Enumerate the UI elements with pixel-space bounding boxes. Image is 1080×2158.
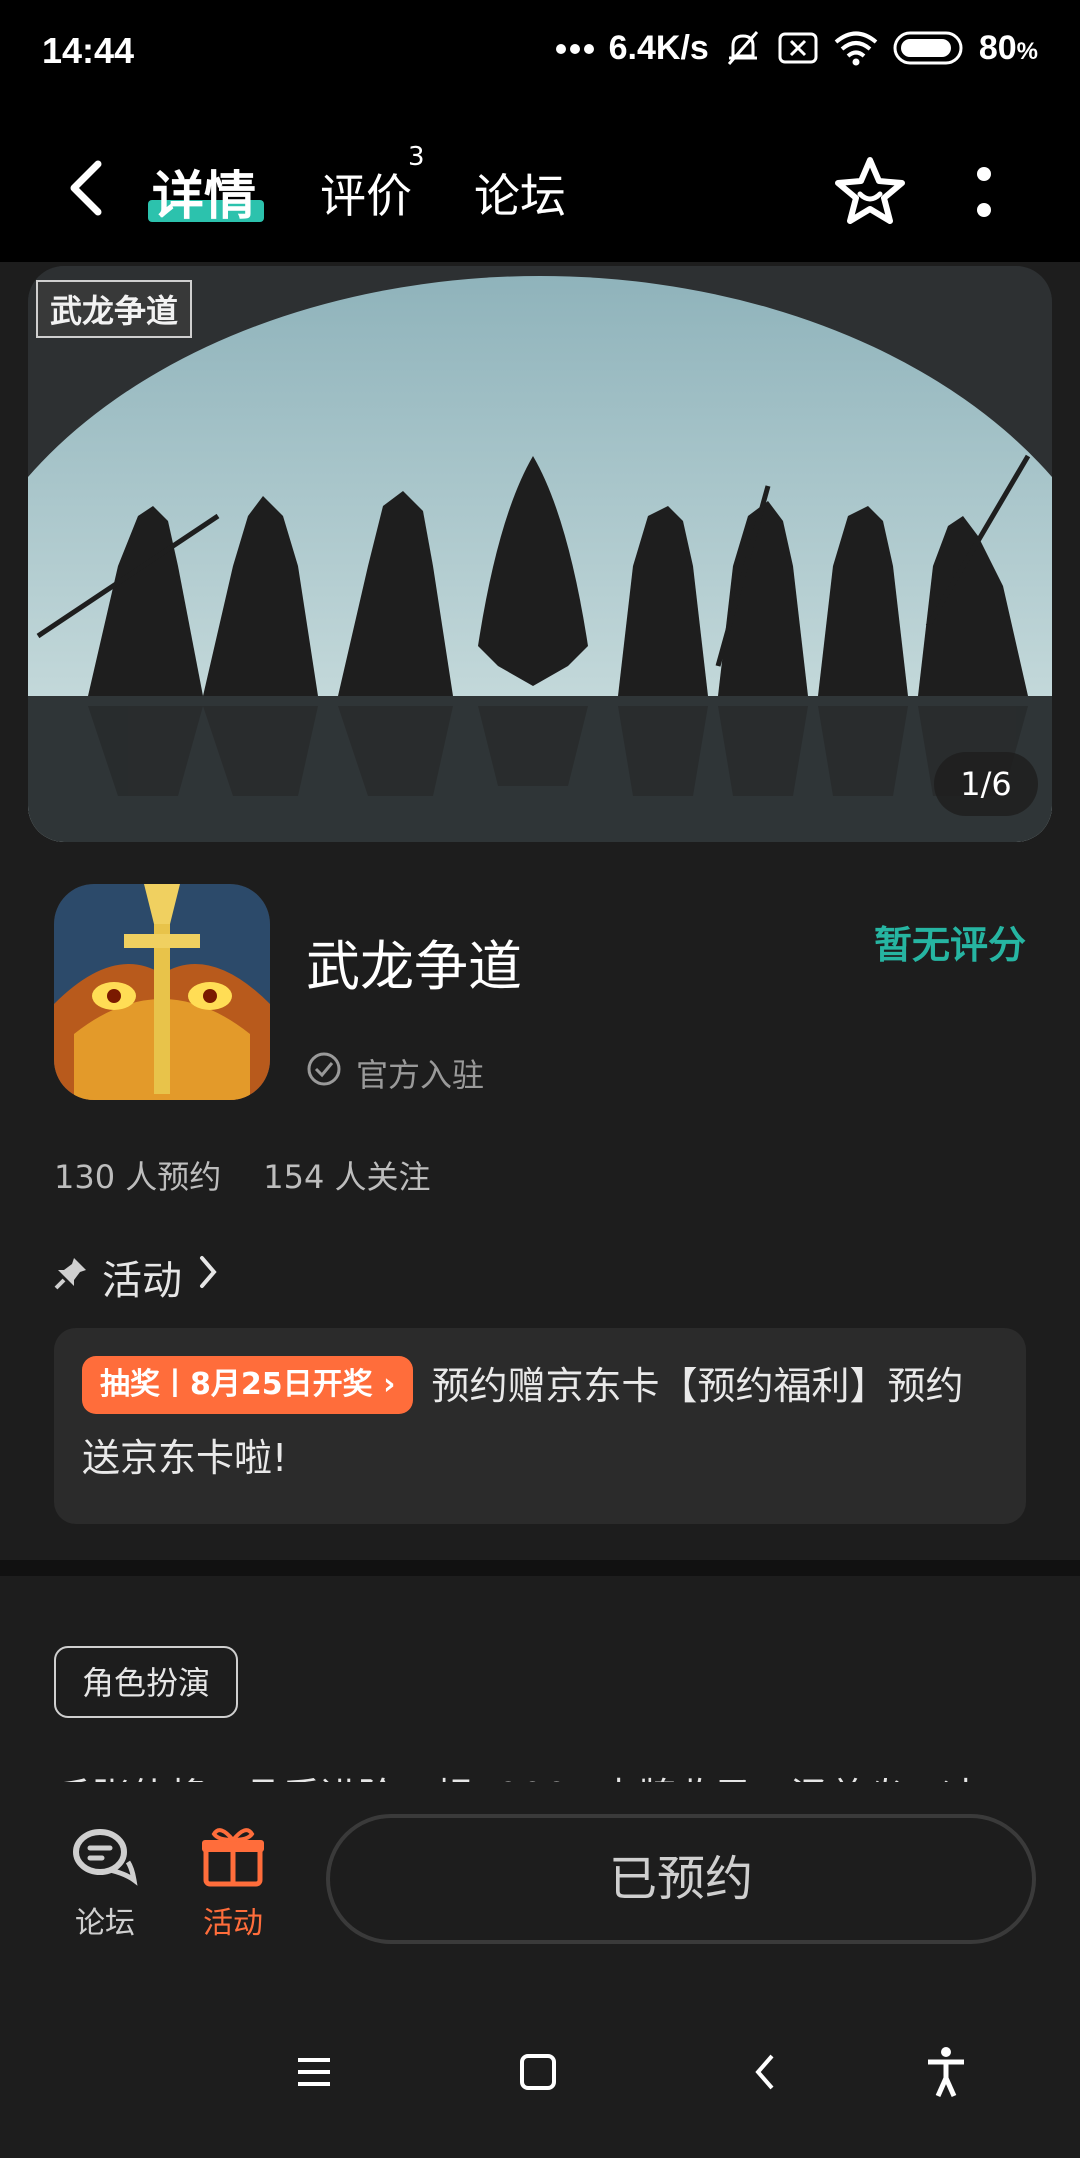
game-app-icon (54, 884, 270, 1100)
activity-card[interactable]: 抽奖丨8月25日开奖 › 预约赠京东卡【预约福利】预约送京东卡啦! (54, 1328, 1026, 1524)
mute-bell-icon (723, 28, 763, 68)
genre-tag[interactable]: 角色扮演 (54, 1646, 239, 1718)
official-label: 官方入驻 (356, 1056, 485, 1094)
section-divider (0, 1560, 1080, 1576)
pin-icon (54, 1254, 88, 1300)
back-nav-icon[interactable] (736, 2042, 796, 2102)
menu-icon[interactable] (284, 2042, 344, 2102)
back-icon[interactable] (62, 156, 112, 220)
more-icon[interactable] (968, 158, 1000, 228)
dots-icon (555, 41, 595, 55)
system-nav-bar (0, 1994, 1080, 2158)
game-stats: 130 人预约 154 人关注 (54, 1152, 431, 1198)
banner-logo-tag: 武龙争道 (36, 280, 193, 338)
lottery-badge: 抽奖丨8月25日开奖 › (82, 1355, 414, 1414)
accessibility-icon[interactable] (916, 2042, 976, 2102)
follower-count: 154 人关注 (263, 1158, 431, 1196)
tab-detail[interactable]: 详情 (152, 154, 256, 229)
sim-off-icon (777, 30, 819, 66)
battery-icon (893, 31, 965, 65)
reserved-button[interactable]: 已预约 (326, 1814, 1036, 1944)
activity-shortcut-label: 活动 (203, 1906, 263, 1941)
status-bar: 14:44 6.4K/s 80% (0, 0, 1080, 112)
gift-icon (202, 1828, 264, 1887)
review-count-badge: 3 (408, 142, 425, 172)
chat-bubble-icon (73, 1829, 138, 1886)
network-speed: 6.4K/s (608, 28, 709, 67)
battery-level: 80% (978, 28, 1038, 67)
bottom-action-bar: 论坛 活动 已预约 (0, 1782, 1080, 1994)
banner-page-counter: 1/6 (934, 752, 1038, 816)
banner-image (28, 266, 1052, 842)
activity-shortcut[interactable]: 活动 (178, 1824, 288, 1942)
wifi-icon (833, 29, 879, 67)
star-icon[interactable] (832, 154, 908, 230)
check-circle-icon (306, 1051, 342, 1095)
activity-section-header[interactable]: 活动 (54, 1248, 220, 1306)
official-badge: 官方入驻 (306, 1050, 484, 1096)
tab-review[interactable]: 评价 (320, 160, 412, 226)
game-title: 武龙争道 (306, 935, 522, 998)
home-icon[interactable] (508, 2042, 568, 2102)
reservation-count: 130 人预约 (54, 1158, 222, 1196)
content: 武龙争道 1/6 武龙争道 暂无评分 官方入驻 130 人预约 154 人关注 (0, 262, 1080, 1816)
top-nav: 详情 评价 3 论坛 (0, 112, 1080, 262)
status-time: 14:44 (42, 30, 135, 71)
status-icons: 6.4K/s 80% (555, 28, 1038, 68)
banner-carousel[interactable]: 武龙争道 1/6 (28, 266, 1052, 842)
rating-label: 暂无评分 (873, 923, 1026, 967)
forum-shortcut[interactable]: 论坛 (50, 1824, 160, 1942)
forum-shortcut-label: 论坛 (75, 1906, 135, 1941)
chevron-right-icon (196, 1252, 220, 1302)
tab-forum[interactable]: 论坛 (474, 160, 566, 226)
activity-header-label: 活动 (102, 1258, 182, 1304)
